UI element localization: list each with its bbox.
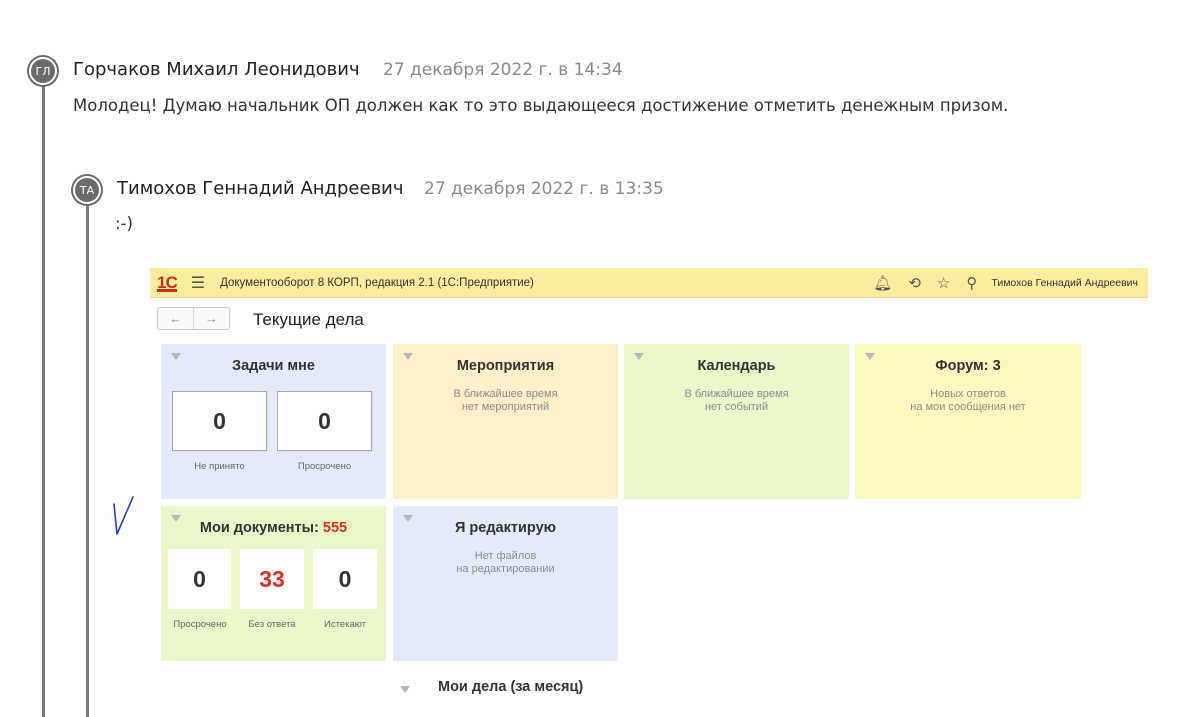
comment-author[interactable]: Горчаков Михаил Леонидович (73, 59, 360, 80)
star-icon[interactable]: ☆ (937, 274, 950, 292)
documents-count: 555 (322, 520, 348, 536)
documents-title: Мои документы: (199, 520, 319, 536)
counter-no-answer[interactable]: 33 (240, 549, 304, 609)
tile-calendar[interactable]: Календарь В ближайшее время нет событий (624, 344, 849, 499)
tile-events[interactable]: Мероприятия В ближайшее время нет меропр… (393, 344, 618, 499)
thread-line-outer (42, 85, 45, 717)
current-user[interactable]: Тимохов Геннадий Андреевич (991, 277, 1138, 289)
nav-buttons: ← → (157, 307, 230, 330)
counter-label: Не принято (194, 461, 245, 472)
counter-not-accepted[interactable]: 0 (172, 391, 267, 451)
forward-button[interactable]: → (194, 308, 229, 329)
tile-title: Форум: 3 (935, 358, 1001, 374)
counter-expiring[interactable]: 0 (313, 549, 377, 609)
page-title: Текущие дела (253, 310, 364, 329)
1c-logo[interactable]: 1С (157, 273, 178, 293)
comment-date[interactable]: 27 декабря 2022 г. в 14:34 (383, 60, 623, 80)
tile-documents[interactable]: Мои документы: 555 0 33 0 Просрочено Без… (161, 506, 386, 661)
tile-subtitle: Нет файлов (474, 550, 537, 562)
collapse-icon[interactable] (400, 686, 410, 693)
counter-label: Без ответа (248, 619, 296, 630)
tile-subtitle: нет мероприятий (461, 401, 550, 413)
counter-label: Просрочено (297, 461, 352, 472)
search-icon[interactable]: ⚲ (966, 274, 977, 292)
avatar[interactable]: ТА (73, 176, 101, 204)
tile-title: Я редактирую (454, 520, 557, 536)
counter-label: Просрочено (173, 619, 227, 630)
counter-overdue[interactable]: 0 (277, 391, 372, 451)
comment-author[interactable]: Тимохов Геннадий Андреевич (117, 178, 404, 199)
comment-text: Молодец! Думаю начальник ОП должен как т… (73, 96, 1009, 115)
handwritten-check-icon (113, 496, 134, 535)
tile-forum[interactable]: Форум: 3 Новых ответов на мои сообщения … (855, 344, 1081, 499)
tile-title: Задачи мне (232, 358, 315, 374)
tile-title: Мои документы: 555 (161, 520, 386, 536)
tile-tasks[interactable]: Задачи мне 0 0 Не принято Просрочено (161, 344, 386, 499)
avatar[interactable]: ГЛ (29, 57, 57, 85)
tile-editing[interactable]: Я редактирую Нет файлов на редактировани… (393, 506, 618, 661)
comment-date[interactable]: 27 декабря 2022 г. в 13:35 (424, 179, 664, 199)
counter-overdue[interactable]: 0 (168, 549, 231, 609)
tile-subtitle: Новых ответов (930, 388, 1006, 400)
counter-label: Истекают (323, 619, 367, 630)
back-button[interactable]: ← (158, 308, 194, 329)
tile-subtitle: на мои сообщения нет (910, 401, 1026, 413)
app-title: Документооборот 8 КОРП, редакция 2.1 (1С… (220, 276, 534, 289)
section-my-tasks-month[interactable]: Мои дела (за месяц) (438, 679, 583, 695)
bell-icon[interactable]: 🔔︎ (873, 274, 892, 292)
tile-subtitle: В ближайшее время (684, 388, 789, 400)
tile-subtitle: на редактировании (456, 563, 555, 575)
comment-text: :-) (115, 214, 133, 233)
tile-subtitle: нет событий (704, 401, 769, 413)
embedded-screenshot: 1С ☰ Документооборот 8 КОРП, редакция 2.… (150, 268, 1148, 717)
history-icon[interactable]: ⟲ (908, 274, 921, 292)
thread-line-inner (86, 204, 89, 717)
tile-subtitle: В ближайшее время (453, 388, 558, 400)
tile-title: Мероприятия (456, 358, 555, 374)
tile-title: Календарь (697, 358, 776, 374)
app-topbar: 1С ☰ Документооборот 8 КОРП, редакция 2.… (150, 268, 1148, 298)
menu-icon[interactable]: ☰ (191, 273, 205, 293)
